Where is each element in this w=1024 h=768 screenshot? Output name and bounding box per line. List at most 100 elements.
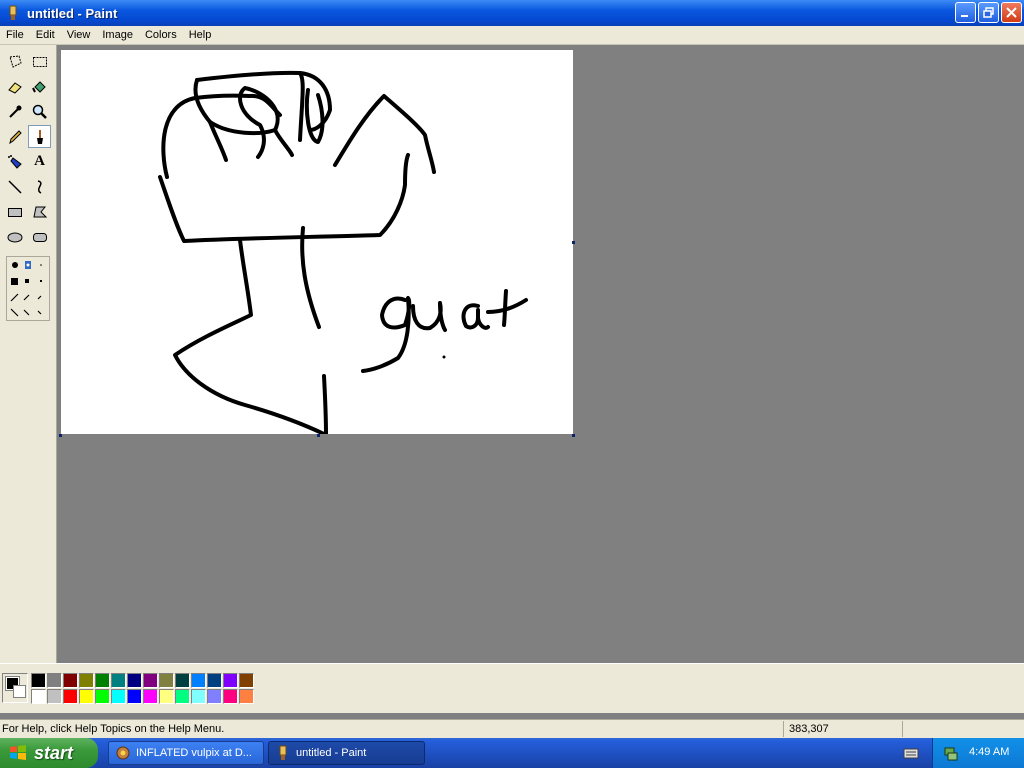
paint-app-icon <box>279 745 287 760</box>
color-swatch[interactable] <box>191 689 206 704</box>
taskbar-item-browser[interactable]: INFLATED vulpix at D... <box>108 741 264 765</box>
line-tool[interactable] <box>3 175 26 198</box>
color-swatch[interactable] <box>127 689 142 704</box>
polygon-tool[interactable] <box>28 200 51 223</box>
color-swatch[interactable] <box>79 673 94 688</box>
magnifier-tool[interactable] <box>28 100 51 123</box>
color-swatch[interactable] <box>63 689 78 704</box>
color-swatch[interactable] <box>143 689 158 704</box>
window-title: untitled - Paint <box>27 5 118 21</box>
status-help-text: For Help, click Help Topics on the Help … <box>2 723 225 735</box>
airbrush-tool[interactable] <box>3 150 26 173</box>
color-swatch[interactable] <box>95 673 110 688</box>
eyedropper-icon <box>8 105 21 118</box>
color-swatch[interactable] <box>111 689 126 704</box>
color-swatch[interactable] <box>207 689 222 704</box>
brush-tool[interactable] <box>28 125 51 148</box>
select-tool[interactable] <box>28 50 51 73</box>
color-swatch[interactable] <box>111 673 126 688</box>
taskbar-item-paint[interactable]: untitled - Paint <box>268 741 425 765</box>
free-select-icon <box>8 54 22 68</box>
restore-button[interactable] <box>978 2 999 23</box>
keyboard-language-icon[interactable] <box>903 745 919 761</box>
canvas-resize-handle[interactable] <box>317 434 320 437</box>
color-swatch[interactable] <box>239 673 254 688</box>
pencil-tool[interactable] <box>3 125 26 148</box>
browser-icon <box>116 746 130 760</box>
curve-tool[interactable] <box>28 175 51 198</box>
canvas-resize-handle[interactable] <box>572 434 575 437</box>
rounded-rectangle-tool[interactable] <box>28 225 51 248</box>
fill-tool[interactable] <box>28 75 51 98</box>
drawing-canvas[interactable] <box>61 50 573 436</box>
color-swatch[interactable] <box>223 673 238 688</box>
close-button[interactable] <box>1001 2 1022 23</box>
airbrush-icon <box>7 154 22 169</box>
menu-help[interactable]: Help <box>183 29 218 41</box>
taskbar-item-label: untitled - Paint <box>296 747 367 759</box>
menu-edit[interactable]: Edit <box>30 29 61 41</box>
color-swatch[interactable] <box>223 689 238 704</box>
color-swatch[interactable] <box>175 673 190 688</box>
status-divider <box>783 721 784 737</box>
ellipse-tool[interactable] <box>3 225 26 248</box>
color-swatch[interactable] <box>207 673 222 688</box>
color-swatch[interactable] <box>143 673 158 688</box>
color-swatch[interactable] <box>159 689 174 704</box>
color-swatch[interactable] <box>31 689 46 704</box>
color-swatch[interactable] <box>159 673 174 688</box>
taskbar-item-label: INFLATED vulpix at D... <box>136 747 252 759</box>
rectangle-tool[interactable] <box>3 200 26 223</box>
menu-image[interactable]: Image <box>96 29 139 41</box>
menu-view[interactable]: View <box>61 29 97 41</box>
canvas-resize-handle[interactable] <box>59 434 62 437</box>
text-tool[interactable]: A <box>28 150 51 173</box>
color-swatch[interactable] <box>191 673 206 688</box>
text-icon: A <box>34 153 45 169</box>
brush-shape-options-icon <box>10 261 42 317</box>
eraser-icon <box>7 81 22 94</box>
canvas-resize-handle[interactable] <box>572 241 575 244</box>
network-icon[interactable] <box>943 745 959 761</box>
restore-icon <box>983 7 994 18</box>
eraser-tool[interactable] <box>3 75 26 98</box>
clock: 4:49 AM <box>969 746 1010 758</box>
brush-icon <box>36 129 43 144</box>
taskbar: start INFLATED vulpix at D... untitled -… <box>0 738 1024 768</box>
color-swatches <box>31 673 255 705</box>
color-swatch[interactable] <box>79 689 94 704</box>
menu-colors[interactable]: Colors <box>139 29 183 41</box>
color-swatch[interactable] <box>47 673 62 688</box>
pick-color-tool[interactable] <box>3 100 26 123</box>
toolbox: A <box>0 45 57 663</box>
cursor-coordinates: 383,307 <box>789 723 829 735</box>
minimize-icon <box>961 15 968 17</box>
color-swatch[interactable] <box>127 673 142 688</box>
menu-file[interactable]: File <box>0 29 30 41</box>
canvas-drawing <box>158 70 528 436</box>
minimize-button[interactable] <box>955 2 976 23</box>
start-label: start <box>34 742 74 763</box>
brush-options[interactable] <box>6 256 50 321</box>
color-swatch[interactable] <box>31 673 46 688</box>
pencil-icon <box>8 129 22 144</box>
rounded-rect-icon <box>32 232 47 242</box>
fill-bucket-icon <box>31 80 46 93</box>
status-bar: For Help, click Help Topics on the Help … <box>0 719 1024 738</box>
color-swatch[interactable] <box>175 689 190 704</box>
curve-icon <box>37 179 42 194</box>
rect-select-icon <box>32 56 47 67</box>
status-divider <box>902 721 903 737</box>
line-icon <box>7 179 22 194</box>
system-tray: 4:49 AM <box>932 738 1024 768</box>
color-swatch[interactable] <box>239 689 254 704</box>
color-swatch[interactable] <box>95 689 110 704</box>
color-swatch[interactable] <box>63 673 78 688</box>
start-button[interactable]: start <box>0 738 98 768</box>
current-colors <box>2 673 28 703</box>
paint-app-icon <box>9 5 17 20</box>
background-color <box>13 685 26 698</box>
polygon-icon <box>32 206 47 217</box>
free-form-select-tool[interactable] <box>3 50 26 73</box>
color-swatch[interactable] <box>47 689 62 704</box>
